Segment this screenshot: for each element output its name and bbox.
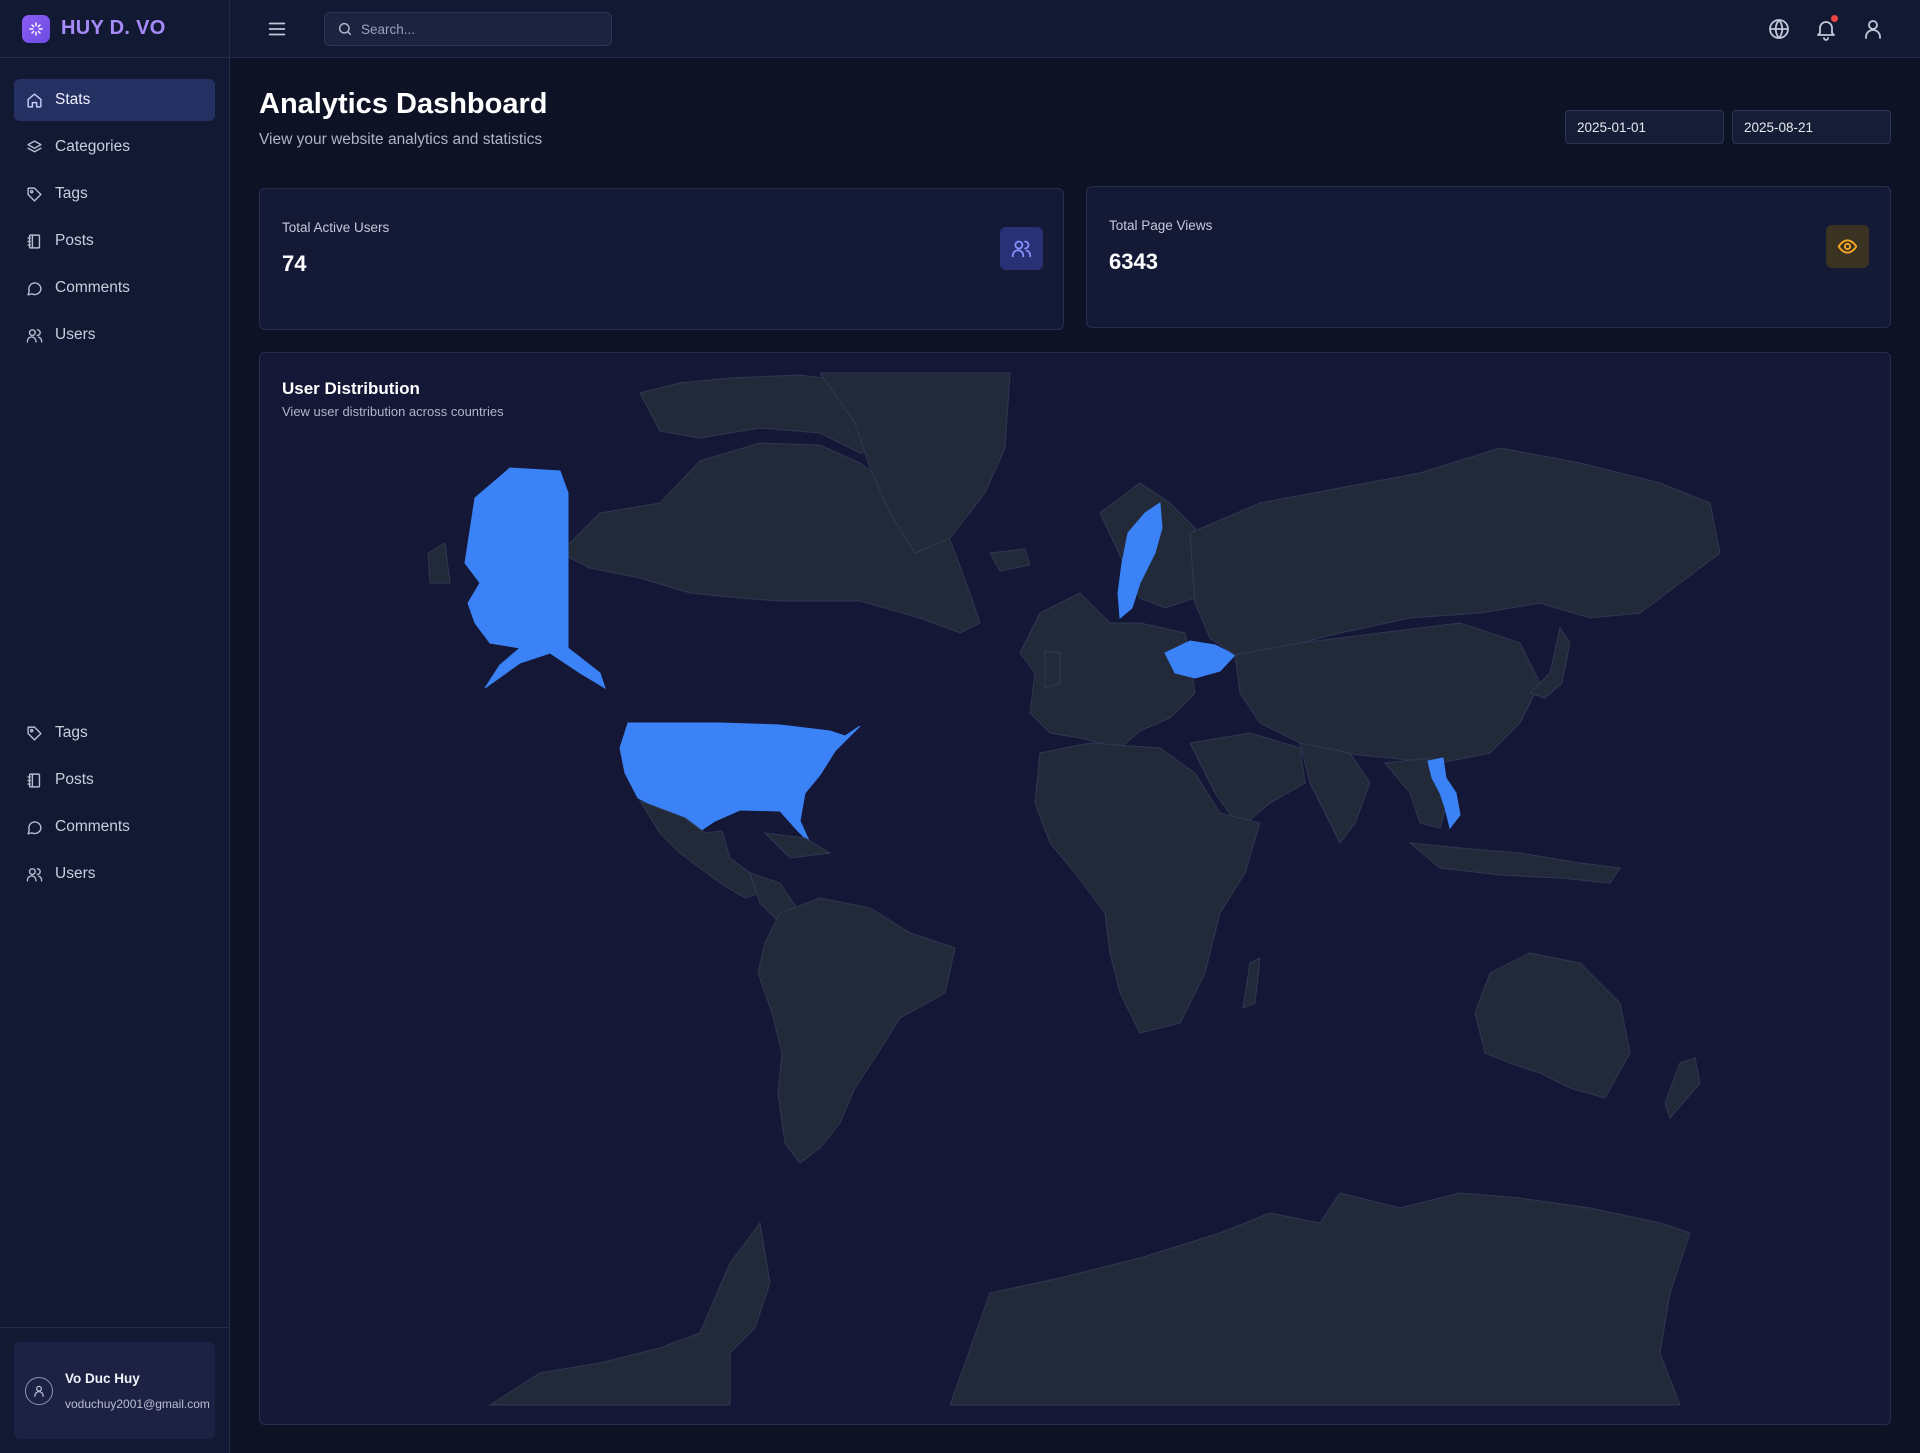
sidebar-item-label: Comments (55, 818, 130, 835)
users-icon (26, 328, 43, 343)
user-info: Vo Duc Huy voduchuy2001@gmail.com (65, 1371, 210, 1411)
south-america[interactable] (757, 897, 956, 1164)
sidebar-item-label: Tags (55, 724, 88, 741)
topbar (230, 0, 1920, 58)
search-box[interactable] (324, 12, 612, 46)
date-to-input[interactable] (1732, 110, 1891, 144)
menu-icon[interactable] (266, 18, 288, 40)
country-united-states-alaska[interactable] (464, 467, 606, 690)
sidebar-item-tags[interactable]: Tags (14, 712, 215, 754)
brand[interactable]: HUY D. VO (0, 0, 229, 58)
sidebar-item-label: Users (55, 865, 96, 882)
country-australia[interactable] (1474, 952, 1631, 1099)
caribbean (763, 832, 832, 859)
sidebar-item-label: Categories (55, 138, 130, 155)
sidebar-item-comments[interactable]: Comments (14, 267, 215, 309)
russia-far-east-west-edge (427, 542, 451, 584)
avatar (25, 1376, 53, 1405)
stat-label: Total Active Users (282, 220, 390, 235)
sidebar: HUY D. VO Stats Categories Tags Posts Co… (0, 0, 230, 1453)
user-avatar-icon (34, 1385, 44, 1397)
user-email: voduchuy2001@gmail.com (65, 1396, 210, 1411)
sidebar-item-label: Comments (55, 279, 130, 296)
tag-icon (27, 186, 42, 202)
user-icon[interactable] (1861, 17, 1885, 41)
country-iceland[interactable] (989, 548, 1031, 572)
users-icon (26, 867, 43, 882)
message-icon (27, 820, 42, 835)
home-icon (27, 92, 42, 108)
antarctica-east (949, 1192, 1691, 1406)
sidebar-item-label: Posts (55, 771, 94, 788)
date-from-input[interactable] (1565, 110, 1724, 144)
notification-dot (1831, 15, 1838, 22)
stat-value: 74 (282, 251, 307, 276)
users-icon (1011, 240, 1032, 258)
eye-icon (1837, 239, 1858, 254)
sidebar-divider (0, 1327, 230, 1328)
globe-icon[interactable] (1767, 17, 1791, 41)
notifications-button[interactable] (1814, 15, 1838, 41)
sidebar-item-label: Posts (55, 232, 94, 249)
message-icon (27, 281, 42, 296)
page-title: Analytics Dashboard (259, 88, 548, 120)
page-subtitle: View your website analytics and statisti… (259, 131, 543, 148)
stat-card-page-views: Total Page Views 6343 (1086, 186, 1891, 328)
brand-logo-icon (22, 14, 50, 43)
sidebar-item-posts[interactable]: Posts (14, 220, 215, 262)
sidebar-item-posts[interactable]: Posts (14, 759, 215, 801)
tag-icon (27, 725, 42, 741)
sidebar-item-label: Tags (55, 185, 88, 202)
sidebar-item-categories[interactable]: Categories (14, 126, 215, 168)
sidebar-item-comments[interactable]: Comments (14, 806, 215, 848)
sidebar-nav-top: Stats Categories Tags Posts Comments Use… (14, 79, 215, 361)
country-india[interactable] (1299, 742, 1371, 844)
sidebar-item-users[interactable]: Users (14, 853, 215, 895)
brand-name: HUY D. VO (61, 17, 166, 39)
country-japan[interactable] (1529, 626, 1571, 699)
search-icon (338, 22, 352, 36)
stat-value: 6343 (1109, 249, 1158, 274)
sidebar-item-tags[interactable]: Tags (14, 173, 215, 215)
stat-card-active-users: Total Active Users 74 (259, 188, 1064, 330)
country-madagascar[interactable] (1242, 957, 1261, 1009)
sidebar-item-label: Stats (55, 91, 91, 108)
stat-label: Total Page Views (1109, 218, 1213, 233)
sidebar-nav-bottom: Tags Posts Comments Users (14, 712, 215, 900)
country-new-zealand[interactable] (1664, 1057, 1701, 1119)
user-distribution-card: User Distribution View user distribution… (259, 352, 1891, 1425)
indonesia[interactable] (1408, 842, 1621, 884)
world-map (427, 372, 1721, 1406)
sidebar-item-label: Users (55, 326, 96, 343)
notebook-icon (27, 233, 41, 249)
notebook-icon (27, 772, 41, 788)
sidebar-item-stats[interactable]: Stats (14, 79, 215, 121)
search-input[interactable] (361, 21, 601, 37)
user-card[interactable]: Vo Duc Huy voduchuy2001@gmail.com (14, 1342, 215, 1439)
user-name: Vo Duc Huy (65, 1370, 140, 1386)
layers-icon (27, 139, 42, 152)
stat-icon-container (1826, 225, 1869, 268)
country-uk[interactable] (1044, 650, 1061, 689)
antarctica (488, 1221, 771, 1406)
stat-icon-container (1000, 227, 1043, 270)
sidebar-item-users[interactable]: Users (14, 314, 215, 356)
